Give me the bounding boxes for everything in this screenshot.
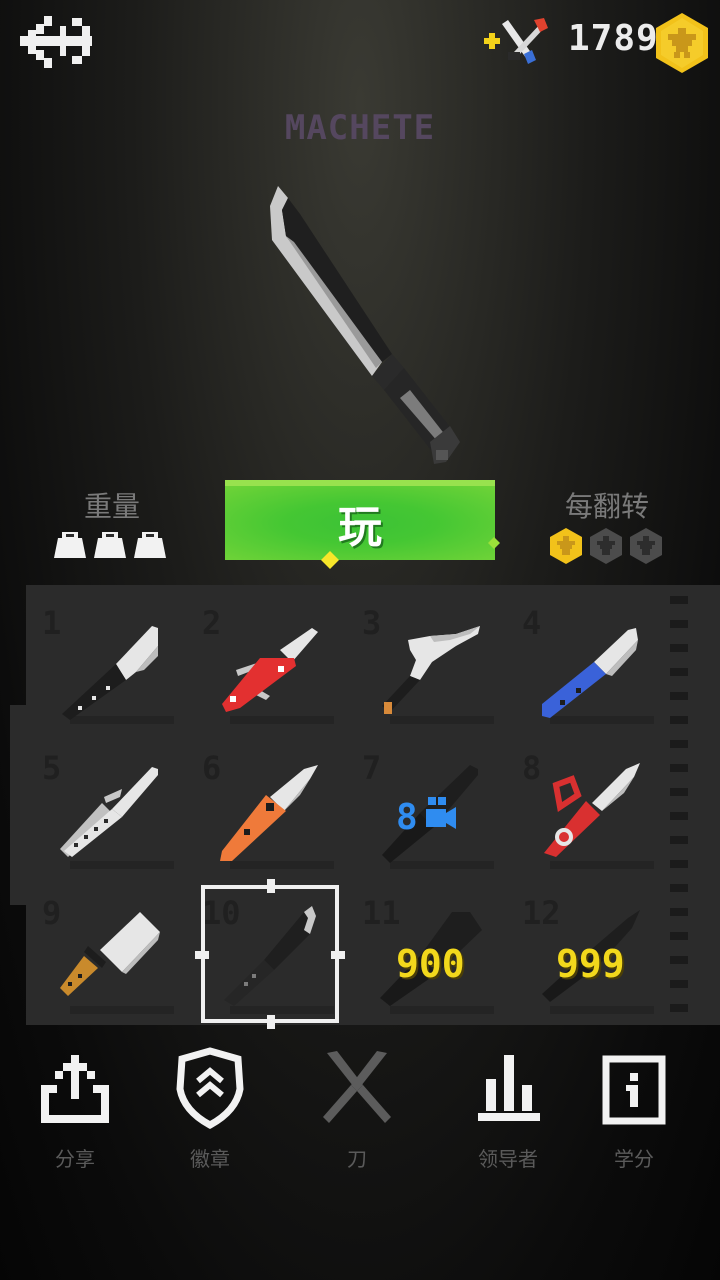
- panel-binding-decoration: [670, 596, 688, 1012]
- weight-rating: [54, 532, 166, 558]
- butterfly-knife-icon: [60, 767, 158, 857]
- crossed-knives-icon: [323, 1051, 391, 1123]
- video-camera-icon: [426, 797, 456, 829]
- gold-coin-icon: [550, 528, 582, 564]
- nav-label: 分享: [55, 1147, 95, 1171]
- nav-label: 徽章: [190, 1147, 230, 1171]
- kukri-icon: [382, 626, 480, 714]
- coins-per-flip-rating: [550, 528, 662, 564]
- knife-slot-5[interactable]: 5: [40, 745, 176, 875]
- video-unlock-count: 8: [396, 797, 418, 835]
- nav-leaderboard[interactable]: 领导者: [448, 1045, 568, 1175]
- sparkle-icon: [321, 551, 339, 569]
- machete-icon: [224, 906, 316, 1006]
- watch-video-unlock: 8: [396, 797, 456, 835]
- kitchen-knife-icon: [62, 626, 158, 720]
- knife-slot-7-locked[interactable]: 7 8: [360, 745, 496, 875]
- add-knife-shop-icon[interactable]: [480, 16, 550, 66]
- locked-coin-icon: [630, 528, 662, 564]
- share-icon: [41, 1055, 109, 1123]
- leaderboard-icon: [478, 1055, 540, 1121]
- nav-label: 领导者: [478, 1147, 538, 1171]
- cleaver-icon: [60, 912, 160, 996]
- gold-coin-icon: [656, 13, 708, 73]
- badge-shield-icon: [176, 1047, 244, 1129]
- nav-label: 刀: [347, 1147, 367, 1171]
- knife-price: 999: [556, 942, 625, 986]
- knife-slot-12-locked[interactable]: 12 999: [520, 890, 656, 1020]
- knife-price: 900: [396, 942, 465, 986]
- knife-slot-10[interactable]: 10: [200, 890, 336, 1020]
- selected-knife-machete-image: [270, 186, 460, 464]
- nav-credits[interactable]: 学分: [574, 1045, 694, 1175]
- knife-slot-8[interactable]: 8: [520, 745, 656, 875]
- knife-slot-4[interactable]: 4: [520, 600, 656, 730]
- back-arrow-icon[interactable]: [16, 12, 100, 72]
- sparkle-icon: [488, 537, 500, 549]
- weight-label: 重量: [83, 490, 140, 523]
- coin-balance: 1789: [568, 18, 659, 59]
- nav-share[interactable]: 分享: [15, 1045, 135, 1175]
- nav-badges[interactable]: 徽章: [150, 1045, 270, 1175]
- knife-slot-11-locked[interactable]: 11 900: [360, 890, 496, 1020]
- play-button[interactable]: 玩: [225, 480, 495, 560]
- nav-knives[interactable]: 刀: [297, 1045, 417, 1175]
- knife-slot-2[interactable]: 2: [200, 600, 336, 730]
- selected-knife-name: MACHETE: [284, 108, 436, 148]
- knife-slot-9[interactable]: 9: [40, 890, 176, 1020]
- knife-slot-3[interactable]: 3: [360, 600, 496, 730]
- knife-slot-6[interactable]: 6: [200, 745, 336, 875]
- swiss-army-knife-icon: [222, 628, 318, 712]
- red-kunai-icon: [544, 763, 640, 857]
- coins-per-flip-label: 每翻转: [564, 490, 649, 523]
- blue-handle-knife-icon: [542, 628, 638, 718]
- knife-slot-1[interactable]: 1: [40, 600, 176, 730]
- nav-label: 学分: [614, 1147, 654, 1171]
- orange-folding-knife-icon: [220, 765, 318, 861]
- info-icon: [602, 1055, 666, 1125]
- locked-coin-icon: [590, 528, 622, 564]
